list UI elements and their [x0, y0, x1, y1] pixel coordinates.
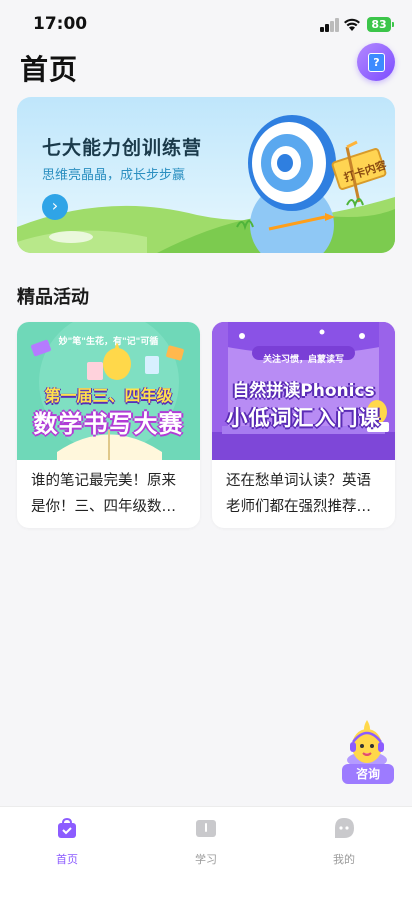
status-bar: 17:00 83 [0, 0, 412, 50]
card-image-headline: 第一届三、四年级 [44, 386, 173, 405]
activity-card-math[interactable]: 妙"笔"生花，有"记"可循 第一届三、四年级 数学书写大赛 谁的笔记最完美！原来… [17, 322, 200, 528]
card-image-headline: 自然拼读Phonics [232, 381, 375, 401]
tab-profile[interactable]: 我的 [309, 817, 379, 867]
banner-arrow-button[interactable]: › [42, 194, 68, 220]
page-title: 首页 [20, 53, 79, 86]
help-button[interactable]: ? [357, 43, 395, 81]
home-bag-icon [58, 817, 76, 838]
cellular-signal-icon [320, 18, 340, 32]
tab-label: 我的 [333, 853, 355, 866]
banner-subtitle: 思维亮晶晶，成长步步赢 [42, 168, 186, 183]
banner-title: 七大能力创训练营 [42, 137, 203, 159]
tab-label: 学习 [195, 853, 217, 866]
card-image-title: 数学书写大赛 [33, 410, 184, 438]
wifi-icon [344, 18, 360, 31]
bottom-tab-bar: 首页 学习 我的 [0, 806, 412, 897]
card-desc-line: 老师们都在强烈推荐… [226, 499, 371, 515]
card-desc-line: 是你！三、四年级数… [31, 499, 176, 515]
activity-card-description: 还在愁单词认读？英语 老师们都在强烈推荐… [226, 468, 384, 520]
mascot-icon [347, 720, 387, 768]
tab-label: 首页 [56, 853, 78, 866]
tab-home[interactable]: 首页 [32, 817, 102, 867]
consult-button[interactable]: 咨询 [340, 716, 395, 784]
card-image-tag: 妙"笔"生花，有"记"可循 [58, 337, 159, 347]
card-desc-line: 谁的笔记最完美！原来 [31, 473, 176, 489]
consult-label: 咨询 [342, 764, 394, 784]
question-icon: ? [368, 53, 385, 72]
activity-card-phonics[interactable]: 关注习惯，启蒙读写 自然拼读Phonics 小低词汇入门课 还在愁单词认读？英语… [212, 322, 395, 528]
card-desc-line: 还在愁单词认读？英语 [226, 473, 371, 489]
book-icon [196, 820, 216, 837]
tab-study[interactable]: 学习 [171, 817, 241, 867]
activity-card-description: 谁的笔记最完美！原来 是你！三、四年级数… [31, 468, 189, 520]
chevron-right-icon: › [51, 196, 59, 215]
activity-card-image: 关注习惯，启蒙读写 自然拼读Phonics 小低词汇入门课 [212, 322, 395, 460]
status-time: 17:00 [33, 14, 88, 34]
battery-indicator: 83 [367, 17, 394, 32]
activity-card-image: 妙"笔"生花，有"记"可循 第一届三、四年级 数学书写大赛 [17, 322, 200, 460]
profile-icon [335, 818, 354, 838]
section-title: 精品活动 [17, 287, 89, 308]
card-image-title: 小低词汇入门课 [226, 406, 381, 430]
card-image-tag: 关注习惯，启蒙读写 [262, 355, 344, 365]
